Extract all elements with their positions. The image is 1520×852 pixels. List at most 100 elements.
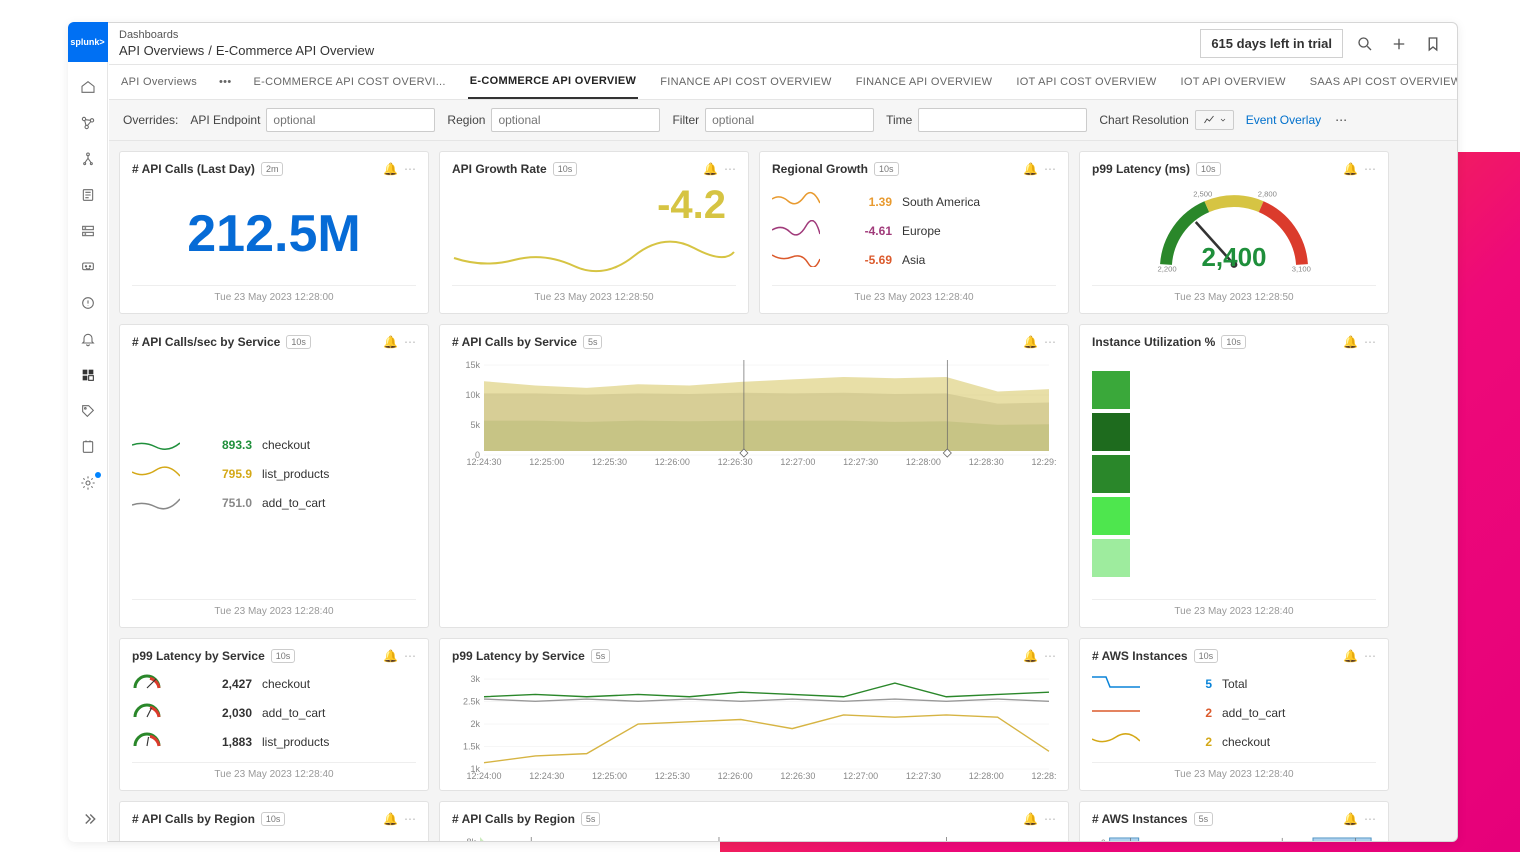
tab-0[interactable]: E-COMMERCE API COST OVERVI... (252, 66, 448, 98)
api-endpoint-input[interactable] (266, 108, 435, 132)
panel-bell-icon[interactable]: 🔔 (383, 812, 398, 826)
util-square-2 (1092, 413, 1130, 451)
region-input[interactable] (491, 108, 660, 132)
timestamp: Tue 23 May 2023 12:28:40 (1092, 599, 1376, 617)
panel-menu-icon[interactable]: ⋯ (404, 162, 416, 176)
tab-ellipsis[interactable]: ••• (219, 76, 231, 88)
svg-text:12:26:30: 12:26:30 (718, 457, 753, 465)
breadcrumb-parent[interactable]: API Overviews (119, 43, 204, 58)
panel-menu-icon[interactable]: ⋯ (404, 649, 416, 663)
panel-menu-icon[interactable]: ⋯ (1364, 649, 1376, 663)
panel-bell-icon[interactable]: 🔔 (1343, 162, 1358, 176)
settings-icon[interactable] (79, 474, 97, 492)
panel-menu-icon[interactable]: ⋯ (724, 162, 736, 176)
tab-6[interactable]: SAAS API COST OVERVIEW (1308, 66, 1457, 98)
panel-bell-icon[interactable]: 🔔 (383, 335, 398, 349)
tab-5[interactable]: IOT API OVERVIEW (1179, 66, 1288, 98)
panel-menu-icon[interactable]: ⋯ (1044, 162, 1056, 176)
apm-icon[interactable] (79, 150, 97, 168)
panel-bell-icon[interactable]: 🔔 (1343, 812, 1358, 826)
panel-menu-icon[interactable]: ⋯ (1044, 812, 1056, 826)
bookmark-icon[interactable] (1421, 32, 1445, 56)
pill: 10s (1196, 162, 1221, 176)
panel-bell-icon[interactable]: 🔔 (1343, 335, 1358, 349)
filterbar-menu-icon[interactable]: ⋯ (1333, 111, 1349, 129)
list-label: checkout (262, 438, 416, 452)
sparkline (772, 220, 822, 241)
list-label: add_to_cart (262, 496, 416, 510)
panel-calls-by-region-chart: # API Calls by Region5s🔔⋯ 2k4k6k8k12:241… (439, 801, 1069, 841)
chart-resolution-dropdown[interactable] (1195, 110, 1234, 130)
calls-by-region-chart: 2k4k6k8k12:2412:24:3012:2512:25:3012:261… (452, 832, 1056, 841)
network-icon[interactable] (79, 114, 97, 132)
note-icon[interactable] (79, 438, 97, 456)
bell-icon[interactable] (79, 330, 97, 348)
api-calls-value: 212.5M (132, 198, 416, 264)
rum-icon[interactable] (79, 258, 97, 276)
svg-text:12:28:30: 12:28:30 (969, 457, 1004, 465)
panel-title: Instance Utilization % (1092, 335, 1215, 349)
panel-title: # API Calls/sec by Service (132, 335, 280, 349)
list-label: checkout (1222, 735, 1376, 749)
svg-text:12:29:00: 12:29:00 (1031, 457, 1056, 465)
panel-menu-icon[interactable]: ⋯ (1364, 162, 1376, 176)
panel-bell-icon[interactable]: 🔔 (1023, 335, 1038, 349)
home-icon[interactable] (79, 78, 97, 96)
tab-4[interactable]: IOT API COST OVERVIEW (1014, 66, 1158, 98)
infra-icon[interactable] (79, 222, 97, 240)
pill: 10s (271, 649, 296, 663)
list-label: add_to_cart (262, 706, 416, 720)
panel-calls-by-service: # API Calls by Service5s🔔⋯ 05k10k15k12:2… (439, 324, 1069, 628)
panel-menu-icon[interactable]: ⋯ (404, 335, 416, 349)
growth-value: -4.2 (452, 183, 736, 228)
panel-menu-icon[interactable]: ⋯ (1364, 335, 1376, 349)
panel-bell-icon[interactable]: 🔔 (383, 162, 398, 176)
panel-calls-by-region: # API Calls by Region10s🔔⋯ 860North Amer… (119, 801, 429, 841)
list-item: 1,883list_products (132, 727, 416, 756)
search-icon[interactable] (1353, 32, 1377, 56)
panel-bell-icon[interactable]: 🔔 (1023, 649, 1038, 663)
list-label: list_products (262, 467, 416, 481)
event-overlay-link[interactable]: Event Overlay (1246, 113, 1321, 127)
util-square-3 (1092, 455, 1130, 493)
add-icon[interactable] (1387, 32, 1411, 56)
sparkline (132, 493, 182, 514)
filter-input[interactable] (705, 108, 874, 132)
time-input[interactable] (918, 108, 1087, 132)
dashboard-icon[interactable] (79, 366, 97, 384)
list-value: 1,883 (192, 735, 252, 749)
p99-latency-chart: 1k1.5k2k2.5k3k12:24:0012:24:3012:25:0012… (452, 669, 1056, 779)
overrides-label: Overrides: (123, 113, 178, 127)
time-label: Time (886, 113, 912, 127)
panel-bell-icon[interactable]: 🔔 (1023, 812, 1038, 826)
sparkline (132, 464, 182, 485)
tab-2[interactable]: FINANCE API COST OVERVIEW (658, 66, 834, 98)
panel-bell-icon[interactable]: 🔔 (1023, 162, 1038, 176)
svg-text:12:25:30: 12:25:30 (592, 457, 627, 465)
svg-text:12:28:00: 12:28:00 (906, 457, 941, 465)
chart-resolution-label: Chart Resolution (1099, 113, 1188, 127)
panel-menu-icon[interactable]: ⋯ (1364, 812, 1376, 826)
tab-api-overviews[interactable]: API Overviews (119, 66, 199, 98)
logs-icon[interactable] (79, 186, 97, 204)
filter-label: Filter (672, 113, 699, 127)
tag-icon[interactable] (79, 402, 97, 420)
panel-menu-icon[interactable]: ⋯ (1044, 335, 1056, 349)
panel-api-calls: # API Calls (Last Day)2m🔔⋯ 212.5M Tue 23… (119, 151, 429, 314)
panel-menu-icon[interactable]: ⋯ (1044, 649, 1056, 663)
panel-bell-icon[interactable]: 🔔 (703, 162, 718, 176)
alert-icon[interactable] (79, 294, 97, 312)
panel-title: API Growth Rate (452, 162, 547, 176)
breadcrumb-section[interactable]: Dashboards (119, 29, 374, 41)
collapse-icon[interactable] (79, 810, 97, 828)
tab-3[interactable]: FINANCE API OVERVIEW (854, 66, 995, 98)
sparkline (1092, 673, 1142, 694)
splunk-logo[interactable]: splunk> (68, 22, 108, 62)
list-value: -4.61 (832, 224, 892, 238)
panel-menu-icon[interactable]: ⋯ (404, 812, 416, 826)
sparkline (132, 435, 182, 456)
tab-1[interactable]: E-COMMERCE API OVERVIEW (468, 65, 638, 99)
panel-bell-icon[interactable]: 🔔 (383, 649, 398, 663)
pill: 2m (261, 162, 284, 176)
panel-bell-icon[interactable]: 🔔 (1343, 649, 1358, 663)
